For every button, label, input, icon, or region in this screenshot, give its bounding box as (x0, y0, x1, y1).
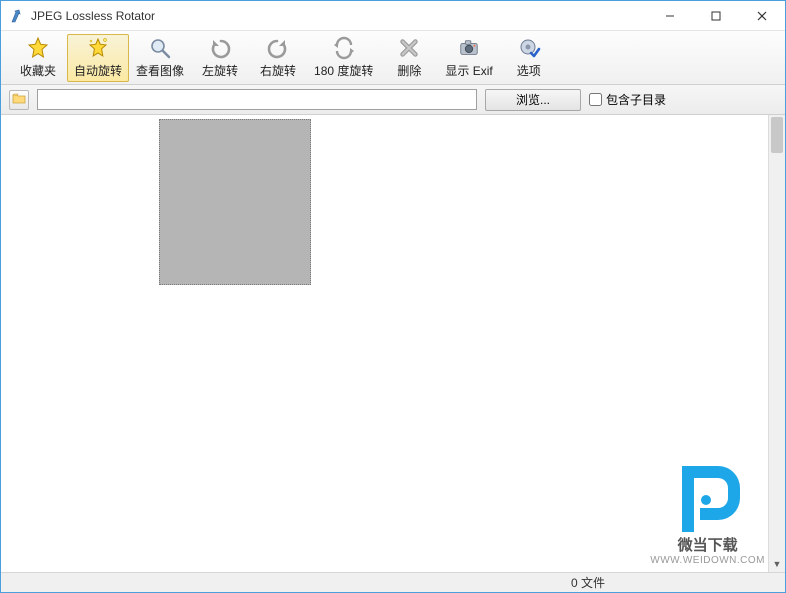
scroll-down-icon[interactable]: ▼ (769, 555, 785, 572)
star-icon (26, 36, 50, 60)
include-subfolders-option[interactable]: 包含子目录 (589, 91, 666, 108)
delete-button[interactable]: 删除 (380, 34, 438, 82)
folder-icon (12, 92, 26, 107)
pathbar: 浏览... 包含子目录 (1, 85, 785, 115)
favorites-button[interactable]: 收藏夹 (9, 34, 67, 82)
close-button[interactable] (739, 1, 785, 30)
delete-label: 删除 (397, 62, 421, 79)
watermark-url: WWW.WEIDOWN.COM (650, 555, 765, 566)
folder-picker-button[interactable] (9, 90, 29, 110)
maximize-button[interactable] (693, 1, 739, 30)
browse-button[interactable]: 浏览... (485, 89, 581, 111)
content-area: 微当下载 WWW.WEIDOWN.COM ▼ (1, 115, 785, 572)
options-label: 选项 (517, 62, 541, 79)
window-controls (647, 1, 785, 30)
rotate-left-label: 左旋转 (202, 62, 238, 79)
include-subfolders-checkbox[interactable] (589, 93, 602, 106)
auto-rotate-button[interactable]: 自动旋转 (67, 34, 129, 82)
rotate-right-label: 右旋转 (260, 62, 296, 79)
rotate-180-label: 180 度旋转 (314, 62, 373, 79)
gear-check-icon (517, 36, 541, 60)
path-input[interactable] (37, 89, 477, 110)
delete-x-icon (397, 37, 421, 60)
browse-label: 浏览... (516, 91, 550, 108)
rotate-right-button[interactable]: 右旋转 (249, 34, 307, 82)
toolbar: 收藏夹 自动旋转 查看图像 左旋转 右旋转 (1, 31, 785, 85)
view-image-button[interactable]: 查看图像 (129, 34, 191, 82)
statusbar: 0 文件 (1, 572, 785, 592)
rotate-left-button[interactable]: 左旋转 (191, 34, 249, 82)
auto-rotate-label: 自动旋转 (74, 62, 122, 79)
rotate-180-icon (332, 36, 356, 60)
camera-icon (457, 37, 481, 60)
watermark-text: 微当下载 (650, 534, 765, 555)
rotate-left-icon (208, 36, 232, 60)
file-count-label: 0 文件 (571, 574, 785, 591)
show-exif-label: 显示 Exif (445, 62, 492, 79)
app-icon (9, 8, 25, 24)
magnifier-icon (148, 36, 172, 60)
minimize-button[interactable] (647, 1, 693, 30)
favorites-label: 收藏夹 (20, 62, 56, 79)
window-title: JPEG Lossless Rotator (31, 9, 647, 23)
include-subfolders-label: 包含子目录 (606, 91, 666, 108)
show-exif-button[interactable]: 显示 Exif (438, 34, 499, 82)
sparkle-star-icon (86, 36, 110, 60)
vertical-scrollbar[interactable]: ▼ (768, 115, 785, 572)
watermark: 微当下载 WWW.WEIDOWN.COM (650, 458, 765, 566)
thumbnail-placeholder[interactable] (159, 119, 311, 285)
view-image-label: 查看图像 (136, 62, 184, 79)
titlebar: JPEG Lossless Rotator (1, 1, 785, 31)
rotate-180-button[interactable]: 180 度旋转 (307, 34, 380, 82)
options-button[interactable]: 选项 (500, 34, 558, 82)
scrollbar-thumb[interactable] (771, 117, 783, 153)
rotate-right-icon (266, 36, 290, 60)
watermark-logo-icon (668, 458, 748, 532)
